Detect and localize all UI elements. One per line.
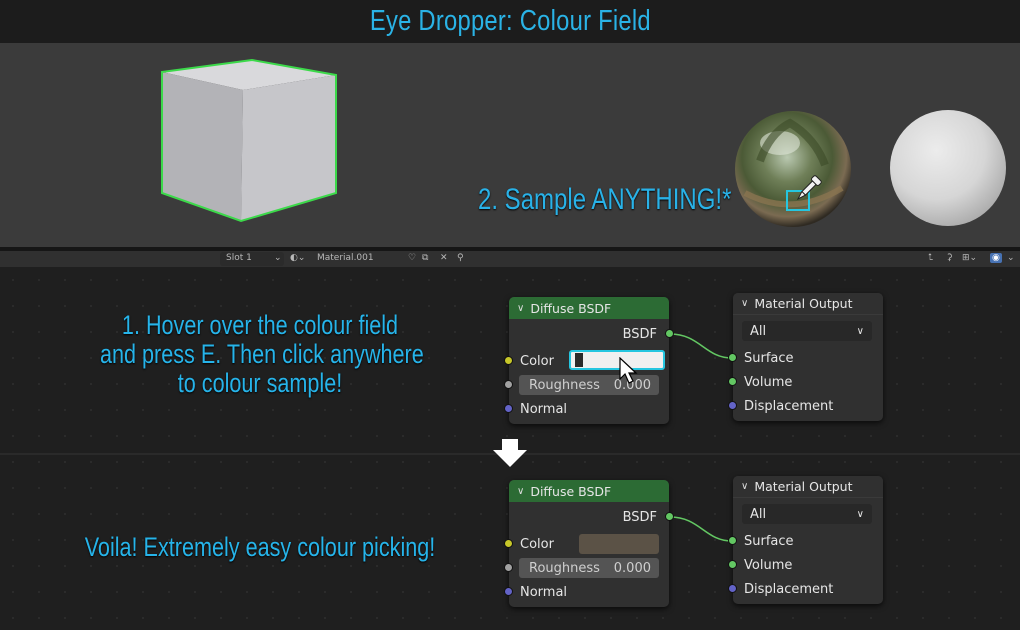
cube[interactable]: [161, 58, 337, 223]
title-bar: Eye Dropper: Colour Field: [0, 0, 1020, 43]
target-value: All: [750, 323, 767, 339]
normal-row: Normal: [520, 399, 567, 419]
target-select[interactable]: All ∨: [742, 321, 872, 341]
bsdf-output-socket-top[interactable]: [665, 329, 674, 338]
node-title: Diffuse BSDF: [530, 483, 612, 499]
normal-input-socket-top[interactable]: [504, 404, 513, 413]
step1-line1: 1. Hover over the colour field: [121, 310, 399, 340]
diffuse-bsdf-node-top[interactable]: ∨ Diffuse BSDF BSDF Color Roughness 0.000…: [509, 297, 669, 424]
volume-label: Volume: [744, 557, 793, 573]
surface-label: Surface: [744, 533, 794, 549]
displacement-row: Displacement: [744, 579, 833, 599]
volume-input-socket-bottom[interactable]: [728, 560, 737, 569]
node-editor-header: Slot 1 ⌄ ◐⌄ Material.001 ♡ ⧉ ✕ ⚲ ⮤ ⚳ ⊞⌄ …: [0, 251, 1020, 267]
roughness-label: Roughness: [529, 560, 600, 576]
step1-line3: to colour sample!: [177, 368, 343, 398]
step2-caption: Voila! Extremely easy colour picking!: [84, 532, 436, 562]
chevron-down-icon: ∨: [856, 508, 864, 520]
normal-input-socket-bottom[interactable]: [504, 587, 513, 596]
displacement-label: Displacement: [744, 581, 834, 597]
color-field[interactable]: [569, 350, 665, 370]
chevron-down-icon[interactable]: ∨: [741, 298, 748, 309]
roughness-label: Roughness: [529, 377, 600, 393]
bsdf-output-row: BSDF: [623, 507, 657, 527]
3d-viewport[interactable]: 2. Sample ANYTHING!*: [0, 43, 1020, 247]
volume-input-socket-top[interactable]: [728, 377, 737, 386]
normal-row: Normal: [520, 582, 567, 602]
chevron-down-icon: ⌄: [274, 253, 282, 263]
node-header[interactable]: ∨ Diffuse BSDF: [509, 297, 669, 319]
node-title: Material Output: [754, 296, 853, 311]
node-header[interactable]: ∨ Material Output: [733, 476, 883, 498]
volume-row: Volume: [744, 372, 792, 392]
overlay-dropdown-icon[interactable]: ⌄: [1007, 253, 1015, 263]
slot-label: Slot 1: [226, 253, 252, 263]
roughness-value: 0.000: [613, 560, 651, 576]
roughness-input-socket-top[interactable]: [504, 380, 513, 389]
chevron-down-icon[interactable]: ∨: [741, 481, 748, 492]
node-title: Diffuse BSDF: [530, 300, 612, 316]
color-field-alpha-strip: [575, 353, 583, 367]
surface-input-socket-bottom[interactable]: [728, 536, 737, 545]
close-icon[interactable]: ✕: [440, 253, 448, 263]
displacement-row: Displacement: [744, 396, 833, 416]
color-label: Color: [520, 536, 554, 552]
arrow-down-icon: [493, 439, 527, 467]
step1-line2: and press E. Then click anywhere: [100, 339, 424, 369]
target-select[interactable]: All ∨: [742, 504, 872, 524]
step1-caption: 1. Hover over the colour field and press…: [100, 310, 424, 398]
bsdf-output-socket-bottom[interactable]: [665, 512, 674, 521]
displacement-input-socket-top[interactable]: [728, 401, 737, 410]
bsdf-output-row: BSDF: [623, 324, 657, 344]
pin-icon[interactable]: ⚲: [457, 253, 464, 263]
color-field[interactable]: [579, 534, 659, 554]
overlay-icon[interactable]: ◉: [990, 253, 1002, 263]
volume-label: Volume: [744, 374, 793, 390]
roughness-input-socket-bottom[interactable]: [504, 563, 513, 572]
chevron-down-icon: ∨: [856, 325, 864, 337]
surface-input-socket-top[interactable]: [728, 353, 737, 362]
volume-row: Volume: [744, 555, 792, 575]
color-label: Color: [520, 353, 554, 369]
chevron-down-icon[interactable]: ∨: [517, 303, 524, 314]
diffuse-bsdf-node-bottom[interactable]: ∨ Diffuse BSDF BSDF Color Roughness 0.000…: [509, 480, 669, 607]
snap-options-icon[interactable]: ⊞⌄: [962, 253, 977, 263]
output-label: BSDF: [622, 326, 657, 342]
material-output-node-bottom[interactable]: ∨ Material Output All ∨ Surface Volume Dis…: [733, 476, 883, 604]
parent-node-tree-icon[interactable]: ⮤: [928, 253, 933, 263]
node-header[interactable]: ∨ Material Output: [733, 293, 883, 315]
sample-caption: 2. Sample ANYTHING!*: [478, 183, 732, 216]
color-row: Color: [520, 534, 554, 554]
snap-icon[interactable]: ⚳: [946, 253, 953, 263]
material-name[interactable]: Material.001: [317, 253, 374, 263]
output-label: BSDF: [622, 509, 657, 525]
displacement-input-socket-bottom[interactable]: [728, 584, 737, 593]
duplicate-icon[interactable]: ⧉: [422, 253, 428, 263]
color-input-socket-bottom[interactable]: [504, 539, 513, 548]
material-output-node-top[interactable]: ∨ Material Output All ∨ Surface Volume Dis…: [733, 293, 883, 421]
chevron-down-icon[interactable]: ∨: [517, 486, 524, 497]
surface-row: Surface: [744, 531, 794, 551]
surface-label: Surface: [744, 350, 794, 366]
page-title: Eye Dropper: Colour Field: [369, 5, 651, 37]
node-title: Material Output: [754, 479, 853, 494]
material-sphere-icon[interactable]: ◐⌄: [290, 253, 305, 263]
roughness-field[interactable]: Roughness 0.000: [519, 558, 659, 578]
displacement-label: Displacement: [744, 398, 834, 414]
normal-label: Normal: [520, 584, 568, 600]
color-input-socket-top[interactable]: [504, 356, 513, 365]
node-header[interactable]: ∨ Diffuse BSDF: [509, 480, 669, 502]
target-value: All: [750, 506, 767, 522]
mouse-cursor-icon: [619, 357, 638, 384]
fake-user-shield-icon[interactable]: ♡: [408, 253, 416, 263]
normal-label: Normal: [520, 401, 568, 417]
surface-row: Surface: [744, 348, 794, 368]
color-row: Color: [520, 351, 554, 371]
material-preview-sphere[interactable]: [890, 110, 1006, 226]
